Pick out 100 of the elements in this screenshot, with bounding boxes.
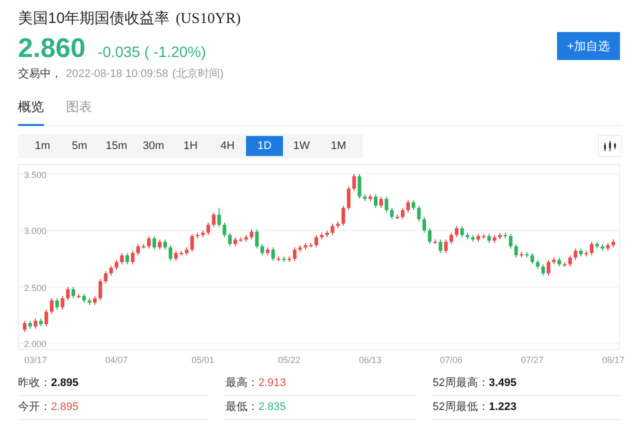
x-axis-label: 08/17 xyxy=(602,354,625,367)
candlestick xyxy=(422,216,426,234)
stat-value: 2.895 xyxy=(51,376,79,392)
candlestick xyxy=(206,222,210,236)
stat-label: 最低： xyxy=(225,400,258,416)
candlestick xyxy=(352,174,356,192)
candlestick xyxy=(438,239,442,254)
interval-button[interactable]: 15m xyxy=(98,136,135,156)
candlestick-icon xyxy=(604,141,616,151)
candlestick xyxy=(314,234,318,248)
candlestick xyxy=(558,257,562,268)
candlestick xyxy=(158,239,162,250)
candlestick xyxy=(222,222,226,238)
candlestick xyxy=(342,205,346,226)
stat-value: 1.223 xyxy=(488,400,516,416)
candlestick xyxy=(60,295,64,310)
candlestick xyxy=(114,259,118,270)
candlestick xyxy=(82,293,86,304)
candlestick xyxy=(130,250,134,265)
interval-button[interactable]: 1H xyxy=(172,136,209,156)
interval-button[interactable]: 30m xyxy=(135,136,172,156)
x-axis-label: 05/22 xyxy=(278,354,301,367)
interval-button[interactable]: 1M xyxy=(320,136,357,156)
candlestick xyxy=(379,196,383,208)
interval-button[interactable]: 1W xyxy=(283,136,320,156)
candlestick xyxy=(487,233,491,244)
x-axis-label: 07/27 xyxy=(521,354,544,367)
x-axis-label: 07/06 xyxy=(440,354,463,367)
candlestick xyxy=(574,248,578,260)
candlestick xyxy=(22,320,26,333)
candlestick xyxy=(228,232,232,247)
y-axis-label: 2.000 xyxy=(24,338,47,352)
candlestick xyxy=(590,241,594,256)
candlestick xyxy=(152,236,156,250)
stat-label: 最高： xyxy=(225,376,258,392)
candlestick xyxy=(212,212,216,228)
interval-button[interactable]: 1m xyxy=(24,136,61,156)
candlestick xyxy=(450,232,454,245)
candlestick xyxy=(546,259,550,276)
candlestick xyxy=(55,298,59,310)
y-axis-label: 3.000 xyxy=(24,225,47,238)
candlestick xyxy=(234,236,238,247)
interval-button[interactable]: 4H xyxy=(209,136,246,156)
candlestick xyxy=(346,186,350,211)
candlestick xyxy=(508,233,512,250)
x-axis-label: 06/13 xyxy=(359,354,382,367)
interval-button[interactable]: 1D xyxy=(246,136,283,156)
candlestick xyxy=(536,259,540,270)
candlestick xyxy=(174,250,178,262)
candlestick xyxy=(168,244,172,262)
candlestick xyxy=(292,246,296,262)
timestamp: 2022-08-18 10:09:58 xyxy=(66,67,168,82)
candlestick xyxy=(454,225,458,238)
candlestick xyxy=(374,194,378,208)
stat-value: 2.895 xyxy=(51,400,79,416)
candlestick xyxy=(34,318,38,330)
candlestick xyxy=(271,246,275,262)
candlestick xyxy=(50,298,54,315)
candlestick xyxy=(255,228,259,250)
candlestick xyxy=(390,207,394,220)
candlestick xyxy=(384,196,388,213)
candlestick xyxy=(217,207,221,228)
candlestick xyxy=(72,286,76,299)
candlestick xyxy=(66,286,70,301)
stat-label: 52周最低： xyxy=(432,400,489,416)
candlestick xyxy=(163,239,167,250)
tab[interactable]: 概览 xyxy=(18,96,44,126)
page-title: 美国10年期国债收益率 xyxy=(18,9,170,29)
interval-button[interactable]: 5m xyxy=(61,136,98,156)
candlestick-toggle-button[interactable] xyxy=(598,135,622,157)
candlestick xyxy=(93,295,97,306)
trading-status: 交易中， xyxy=(18,66,62,82)
candlestick xyxy=(120,252,124,265)
x-axis-label: 04/07 xyxy=(105,354,128,367)
candlestick xyxy=(444,239,448,254)
candlestick xyxy=(417,205,421,222)
candlestick xyxy=(406,199,410,213)
candlestick xyxy=(541,264,545,276)
candlestick xyxy=(330,223,334,236)
candlestick xyxy=(250,228,254,240)
ticker-symbol: (US10YR) xyxy=(176,10,241,29)
candlestick xyxy=(44,308,48,327)
price-change: -0.035 ( -1.20%) xyxy=(98,42,206,62)
candlestick xyxy=(400,207,404,220)
candlestick xyxy=(460,225,464,238)
candlestick xyxy=(530,252,534,265)
candlestick xyxy=(98,278,102,301)
candlestick xyxy=(147,236,151,250)
stat-label: 昨收： xyxy=(18,376,51,392)
candlestick xyxy=(126,252,130,265)
candlestick xyxy=(109,264,113,276)
y-axis-label: 2.500 xyxy=(24,282,47,295)
stat-value: 2.913 xyxy=(258,376,286,392)
x-axis-label: 05/01 xyxy=(192,354,214,367)
candlestick xyxy=(568,254,572,268)
candlestick xyxy=(514,244,518,258)
x-axis-label: 03/17 xyxy=(24,354,47,367)
add-watchlist-button[interactable]: +加自选 xyxy=(557,32,620,60)
candlestick xyxy=(428,228,432,245)
candlestick xyxy=(190,233,194,252)
